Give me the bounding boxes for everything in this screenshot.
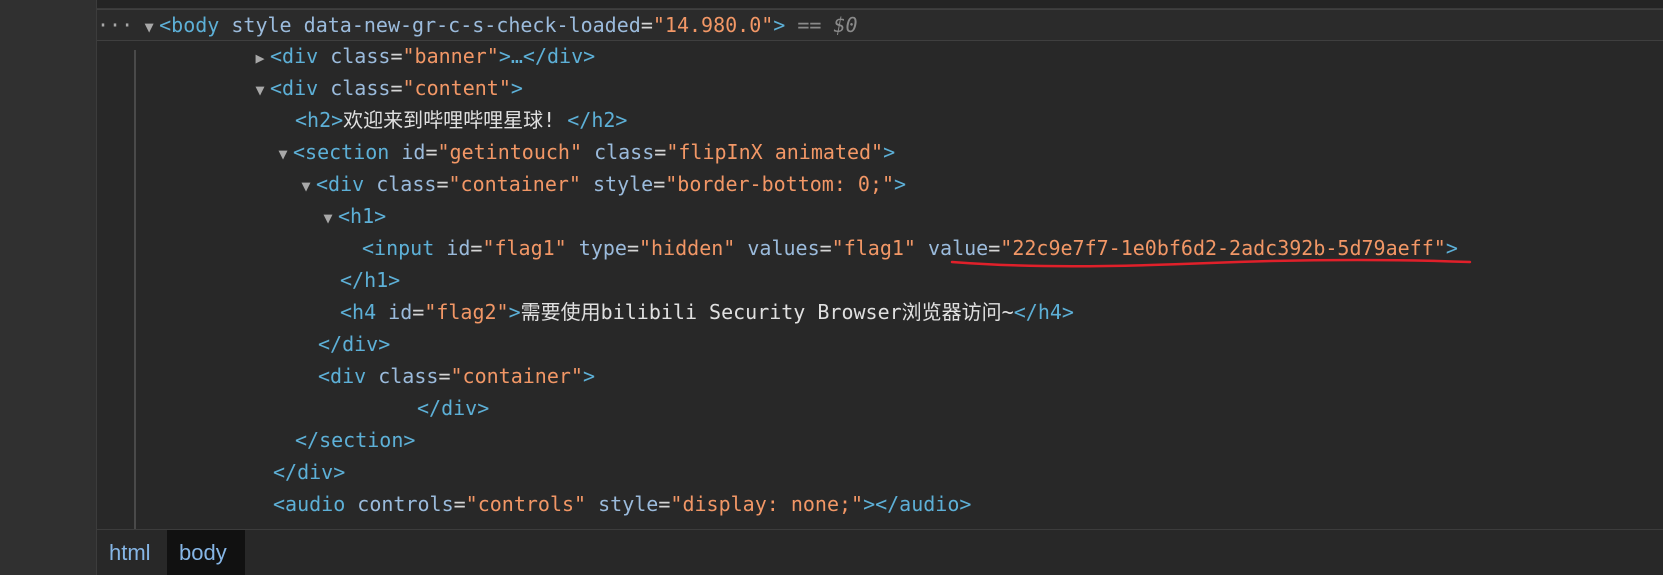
attr-value: "controls" [465,492,587,516]
tag-name: <h4 [340,300,377,324]
attr-name: data-new-gr-c-s-check-loaded [303,13,641,37]
indent-guide [134,50,136,529]
attr-name: style [592,172,654,196]
tag-close: > [883,140,896,164]
collapsed-triangle-icon[interactable]: ▶ [250,42,270,74]
attr-value: "14.980.0" [652,13,774,37]
tag-name: <h2> [295,108,344,132]
tag-close: ></audio> [863,492,972,516]
dom-node-h1-close[interactable]: </h1> [340,264,400,296]
attr-value: "border-bottom: 0;" [665,172,895,196]
dom-node-content[interactable]: ▼ <div class="content"> [250,72,523,106]
dom-node-div-close[interactable]: </div> [318,328,390,360]
expanded-triangle-icon[interactable]: ▼ [250,74,270,106]
breadcrumb-html[interactable]: html [97,530,163,575]
attr-name: id [446,236,471,260]
expanded-triangle-icon[interactable]: ▼ [318,202,338,234]
tag-close: > [773,13,786,37]
expanded-triangle-icon[interactable]: ▼ [273,138,293,170]
dom-node-section-close[interactable]: </section> [295,424,415,456]
tag-close: > [894,172,907,196]
attr-name: style [598,492,659,516]
dom-node-body[interactable]: ··· ▼ <body style data-new-gr-c-s-check-lo… [97,9,1663,41]
attr-name: class [378,364,439,388]
attr-name: type [578,236,627,260]
more-dots-icon[interactable]: ··· [97,13,133,37]
dom-node-div-close[interactable]: </div> [417,392,489,424]
breadcrumb-body[interactable]: body [167,530,245,575]
attr-value: "flipInX animated" [666,140,884,164]
attr-name: id [388,300,413,324]
tag-name: <section [293,140,390,164]
attr-value: "flag2" [424,300,509,324]
attr-value: "flag1" [482,236,567,260]
tag-name: <div [316,172,365,196]
tag-name: <div [318,364,367,388]
attr-name: id [401,140,426,164]
attr-value: "hidden" [639,236,736,260]
top-strip [97,0,1663,9]
tag-close: </div> [417,396,490,420]
dom-node-h4-flag2[interactable]: <h4 id="flag2">需要使用bilibili Security Bro… [340,296,1074,328]
dom-node-h2[interactable]: <h2>欢迎来到哔哩哔哩星球! </h2> [295,104,627,136]
tag-name: <h1> [338,204,387,228]
breadcrumb: html body [97,529,1663,575]
tag-close: </section> [295,428,416,452]
tag-close: </h2> [567,108,628,132]
tag-name: <body [159,13,220,37]
dom-node-audio[interactable]: <audio controls="controls" style="displa… [273,488,971,520]
tag-name: <input [362,236,435,260]
dom-tree[interactable]: ··· ▼ <body style data-new-gr-c-s-check-lo… [97,9,1663,529]
tag-close: </h4> [1013,300,1074,324]
tag-name: <div [270,76,319,100]
tag-close: </div> [522,44,596,68]
left-gutter [0,0,96,575]
selected-marker: == $0 [797,13,858,37]
attr-name: class [594,140,655,164]
attr-value: "flag1" [831,236,916,260]
dom-node-container-2[interactable]: <div class="container"> [318,360,595,392]
dom-node-h1[interactable]: ▼ <h1> [318,200,386,232]
attr-name: class [330,44,391,68]
dom-node-container[interactable]: ▼ <div class="container" style="border-bo… [296,168,906,200]
tag-name: <div [270,44,319,68]
elements-panel: ··· ▼ <body style data-new-gr-c-s-check-lo… [96,0,1663,575]
tag-close: > [510,76,523,100]
attr-name: controls [357,492,454,516]
tag-close: </div> [318,332,391,356]
attr-value: "content" [402,76,511,100]
expanded-triangle-icon[interactable]: ▼ [296,170,316,202]
tag-close: </div> [273,460,346,484]
attr-value: "container" [448,172,581,196]
dom-node-div-close[interactable]: </div> [273,456,345,488]
attr-name: style [231,13,292,37]
expanded-triangle-icon[interactable]: ▼ [139,12,159,42]
red-underline-annotation [950,258,1472,268]
attr-value: "container" [450,364,583,388]
attr-name: class [330,76,391,100]
dom-node-section[interactable]: ▼ <section id="getintouch" class="flipInX… [273,136,895,168]
tag-close: </h1> [340,268,401,292]
dom-node-banner[interactable]: ▶ <div class="banner">…</div> [250,40,595,72]
attr-value: "display: none;" [670,492,864,516]
attr-name: class [376,172,437,196]
node-text: 欢迎来到哔哩哔哩星球! [343,108,568,132]
attr-value: "getintouch" [437,140,583,164]
attr-value: "banner" [402,44,499,68]
tag-close: > [582,364,595,388]
tag-gt: > [508,300,521,324]
tag-name: <audio [273,492,346,516]
node-text: 需要使用bilibili Security Browser浏览器访问~ [520,300,1014,324]
collapsed-ellipsis[interactable]: >… [499,44,523,68]
attr-name: values [747,236,820,260]
